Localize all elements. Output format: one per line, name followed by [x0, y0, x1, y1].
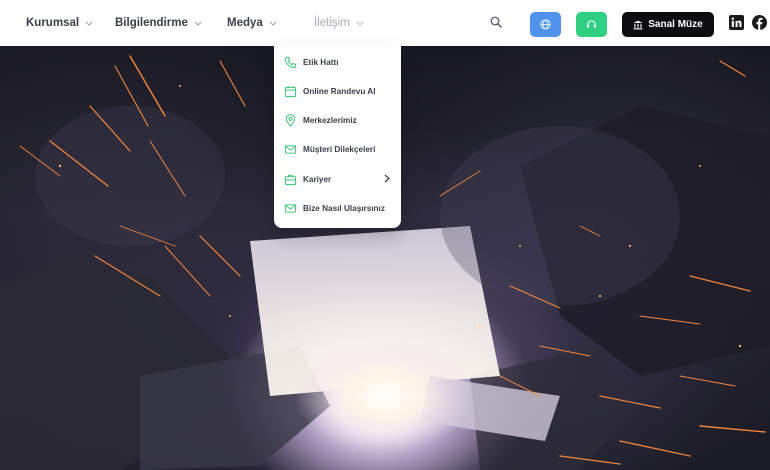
dropdown-item-label: Kariyer [303, 174, 332, 184]
dropdown-item-merkezlerimiz[interactable]: Merkezlerimiz [274, 106, 401, 134]
search-icon[interactable] [490, 16, 504, 30]
nav-item-medya[interactable]: Medya [227, 0, 277, 46]
chevron-right-icon [384, 174, 390, 183]
linkedin-icon[interactable] [729, 15, 745, 31]
contact-dropdown-menu: Etik Hattı Online Randevu Al Merkezlerim… [274, 45, 401, 228]
phone-icon [284, 56, 297, 69]
nav-item-label: Bilgilendirme [115, 17, 188, 29]
nav-item-iletisim[interactable]: İletişim [314, 0, 364, 46]
headset-icon [586, 19, 597, 30]
site-header: Kurumsal Bilgilendirme Medya İletişim Sa… [0, 0, 770, 46]
dropdown-item-label: Bize Nasıl Ulaşırsınız [303, 203, 385, 213]
dropdown-item-label: Online Randevu Al [303, 86, 376, 96]
facebook-icon[interactable] [752, 15, 768, 31]
dropdown-item-bize-nasil-ulasirsiniz[interactable]: Bize Nasıl Ulaşırsınız [274, 194, 401, 222]
chevron-down-icon [85, 21, 93, 26]
language-button[interactable] [530, 12, 561, 37]
mail-icon [284, 202, 297, 215]
dropdown-item-kariyer[interactable]: Kariyer [274, 165, 401, 193]
location-pin-icon [284, 113, 297, 127]
dropdown-item-label: Merkezlerimiz [303, 115, 357, 125]
nav-item-label: İletişim [314, 17, 350, 29]
nav-item-bilgilendirme[interactable]: Bilgilendirme [115, 0, 202, 46]
virtual-museum-button[interactable]: Sanal Müze [622, 12, 714, 37]
nav-item-label: Kurumsal [26, 17, 80, 29]
museum-icon [633, 20, 643, 30]
dropdown-item-online-randevu[interactable]: Online Randevu Al [274, 77, 401, 105]
mail-icon [284, 143, 297, 156]
virtual-museum-label: Sanal Müze [648, 19, 703, 30]
chevron-down-icon [269, 21, 277, 26]
dropdown-item-musteri-dilekceleri[interactable]: Müşteri Dilekçeleri [274, 135, 401, 163]
dropdown-item-label: Müşteri Dilekçeleri [303, 144, 376, 154]
nav-item-label: Medya [227, 17, 263, 29]
calendar-icon [284, 85, 297, 98]
nav-item-kurumsal[interactable]: Kurumsal [26, 0, 93, 46]
support-button[interactable] [576, 12, 607, 37]
dropdown-item-label: Etik Hattı [303, 57, 339, 67]
dropdown-item-etik-hatti[interactable]: Etik Hattı [274, 48, 401, 76]
chevron-down-icon [194, 21, 202, 26]
chevron-down-icon [356, 21, 364, 26]
briefcase-icon [284, 173, 297, 186]
globe-icon [540, 19, 551, 30]
